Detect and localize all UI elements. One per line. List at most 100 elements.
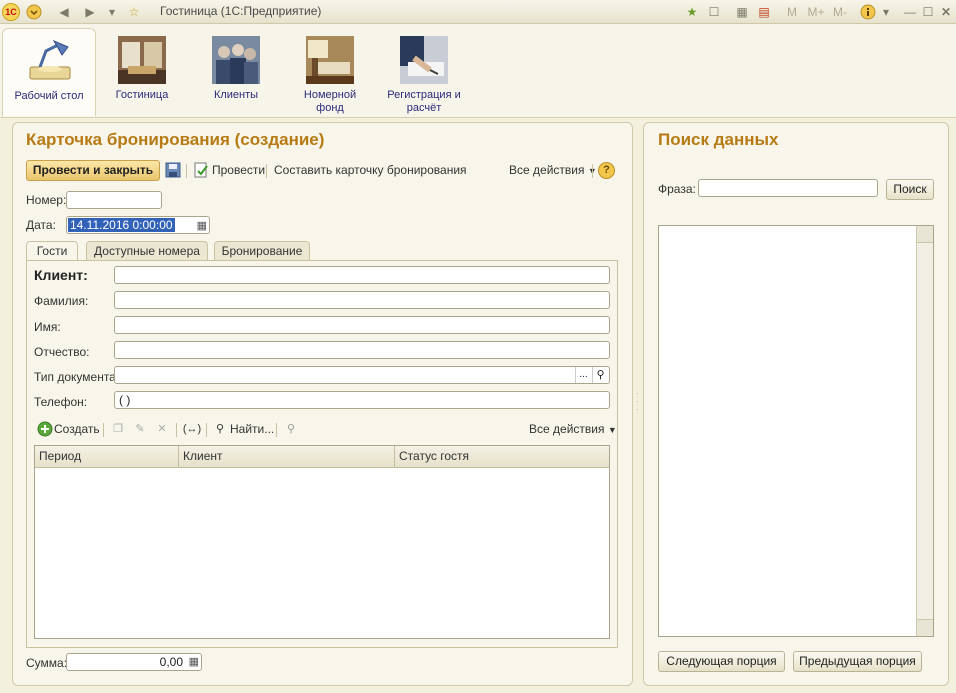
sum-field[interactable]: 0,00 ▦ bbox=[66, 653, 202, 671]
phone-label: Телефон: bbox=[34, 395, 88, 409]
hotel-room-icon bbox=[306, 36, 354, 84]
post-button[interactable]: Провести bbox=[212, 163, 265, 177]
cancel-search-icon[interactable]: ⚲ bbox=[283, 421, 299, 437]
phrase-label: Фраза: bbox=[658, 182, 696, 196]
section-desktop[interactable]: Рабочий стол bbox=[2, 28, 96, 116]
tab-available-rooms[interactable]: Доступные номера bbox=[86, 241, 208, 260]
section-label: Гостиница bbox=[115, 89, 169, 101]
section-registration[interactable]: Регистрация и расчёт bbox=[384, 28, 464, 116]
phone-field[interactable]: ( ) bbox=[114, 391, 610, 409]
hotel-lobby-icon bbox=[118, 36, 166, 84]
column-header-period[interactable]: Период bbox=[35, 446, 179, 468]
section-rooms[interactable]: Номерной фонд bbox=[290, 28, 370, 116]
calendar-picker-icon[interactable]: ▦ bbox=[197, 218, 207, 234]
save-icon[interactable] bbox=[165, 162, 181, 178]
memory-m-icon[interactable]: M bbox=[784, 4, 800, 20]
calculator-icon[interactable]: ▦ bbox=[734, 4, 750, 20]
make-booking-card-button[interactable]: Составить карточку бронирования bbox=[274, 163, 467, 177]
date-value: 14.11.2016 0:00:00 bbox=[68, 218, 175, 232]
window-titlebar: 1C ◀ ▶ ▾ ☆ Гостиница (1С:Предприятие) ★ … bbox=[0, 0, 956, 24]
toolbar-separator bbox=[176, 423, 177, 437]
form-title: Карточка бронирования (создание) bbox=[26, 130, 325, 149]
copy-icon[interactable]: ❐ bbox=[110, 421, 126, 437]
patronymic-field[interactable] bbox=[114, 341, 610, 359]
column-header-guest-status[interactable]: Статус гостя bbox=[395, 446, 609, 468]
previous-portion-button[interactable]: Предыдущая порция bbox=[793, 651, 922, 672]
guests-table[interactable]: Период Клиент Статус гостя bbox=[34, 445, 610, 639]
firstname-label: Имя: bbox=[34, 320, 61, 334]
all-actions-button[interactable]: Все действия ▼ bbox=[509, 163, 597, 177]
search-button[interactable]: Поиск bbox=[886, 179, 934, 200]
section-hotel[interactable]: Гостиница bbox=[102, 28, 182, 116]
close-icon[interactable]: ✕ bbox=[938, 4, 954, 20]
column-header-client[interactable]: Клиент bbox=[179, 446, 395, 468]
date-label: Дата: bbox=[26, 218, 56, 232]
sections-panel: Рабочий стол Гостиница Клиенты Номерной … bbox=[0, 24, 956, 118]
add-icon[interactable] bbox=[37, 421, 53, 437]
all-actions-label: Все действия bbox=[509, 163, 585, 177]
clients-crowd-icon bbox=[212, 36, 260, 84]
back-arrow-icon[interactable]: ◀ bbox=[56, 4, 72, 20]
history-dropdown-icon[interactable]: ▾ bbox=[104, 4, 120, 20]
toolbar-separator bbox=[103, 423, 104, 437]
search-icon[interactable]: ⚲ bbox=[592, 367, 608, 383]
search-title: Поиск данных bbox=[658, 130, 779, 149]
tab-booking[interactable]: Бронирование bbox=[214, 241, 310, 260]
history-list-icon[interactable]: ☐ bbox=[706, 4, 722, 20]
toolbar-separator bbox=[266, 164, 267, 178]
scroll-up-button[interactable] bbox=[917, 226, 933, 243]
next-portion-button[interactable]: Следующая порция bbox=[658, 651, 785, 672]
doctype-field[interactable]: ... ⚲ bbox=[114, 366, 610, 384]
post-and-close-button[interactable]: Провести и закрыть bbox=[26, 160, 160, 181]
scroll-down-button[interactable] bbox=[917, 619, 933, 636]
memory-minus-icon[interactable]: M- bbox=[830, 4, 850, 20]
find-button[interactable]: Найти... bbox=[230, 422, 274, 436]
period-icon[interactable]: (↔) bbox=[182, 421, 202, 437]
minimize-icon[interactable]: — bbox=[902, 4, 918, 20]
edit-pencil-icon[interactable]: ✎ bbox=[132, 421, 148, 437]
tab-guests[interactable]: Гости bbox=[26, 241, 78, 261]
toolbar-separator bbox=[206, 423, 207, 437]
date-field[interactable]: 14.11.2016 0:00:00 ▦ bbox=[66, 216, 210, 234]
table-all-actions-button[interactable]: Все действия ▼ bbox=[529, 422, 617, 436]
create-button[interactable]: Создать bbox=[54, 422, 100, 436]
info-dropdown-icon[interactable]: ▾ bbox=[878, 4, 894, 20]
memory-plus-icon[interactable]: M+ bbox=[806, 4, 826, 20]
post-document-icon[interactable] bbox=[193, 162, 209, 178]
number-field[interactable] bbox=[66, 191, 162, 209]
info-icon[interactable] bbox=[860, 4, 876, 20]
toolbar-separator bbox=[186, 164, 187, 178]
help-icon[interactable]: ? bbox=[598, 162, 615, 179]
calculator-icon[interactable]: ▦ bbox=[189, 654, 199, 670]
registration-handshake-icon bbox=[400, 36, 448, 84]
add-favorite-icon[interactable]: ★ bbox=[684, 4, 700, 20]
favorite-star-icon[interactable]: ☆ bbox=[126, 4, 142, 20]
number-label: Номер: bbox=[26, 193, 67, 207]
client-field[interactable] bbox=[114, 266, 610, 284]
doctype-label: Тип документа: bbox=[34, 370, 120, 384]
lastname-field[interactable] bbox=[114, 291, 610, 309]
section-label: Регистрация и расчёт bbox=[387, 89, 461, 114]
chevron-down-icon: ▼ bbox=[607, 425, 617, 435]
maximize-icon[interactable]: ☐ bbox=[920, 4, 936, 20]
calendar-icon[interactable]: ▤ bbox=[756, 4, 772, 20]
results-scrollbar[interactable] bbox=[916, 226, 933, 636]
panel-splitter[interactable]: · · · bbox=[636, 390, 640, 420]
lastname-label: Фамилия: bbox=[34, 294, 89, 308]
choose-ellipsis-icon[interactable]: ... bbox=[575, 367, 591, 383]
toolbar-separator bbox=[276, 423, 277, 437]
app-logo-icon[interactable]: 1C bbox=[2, 3, 20, 21]
search-results-area[interactable] bbox=[658, 225, 934, 637]
menu-dropdown-icon[interactable] bbox=[26, 4, 42, 20]
firstname-field[interactable] bbox=[114, 316, 610, 334]
sum-label: Сумма: bbox=[26, 656, 68, 670]
section-clients[interactable]: Клиенты bbox=[196, 28, 276, 116]
phrase-field[interactable] bbox=[698, 179, 878, 197]
find-magnifier-icon[interactable]: ⚲ bbox=[212, 421, 228, 437]
section-label: Рабочий стол bbox=[14, 90, 84, 102]
forward-arrow-icon[interactable]: ▶ bbox=[82, 4, 98, 20]
delete-icon[interactable]: ✕ bbox=[154, 421, 170, 437]
toolbar-separator bbox=[592, 164, 593, 178]
section-label: Клиенты bbox=[213, 89, 259, 101]
all-actions-label: Все действия bbox=[529, 422, 605, 436]
